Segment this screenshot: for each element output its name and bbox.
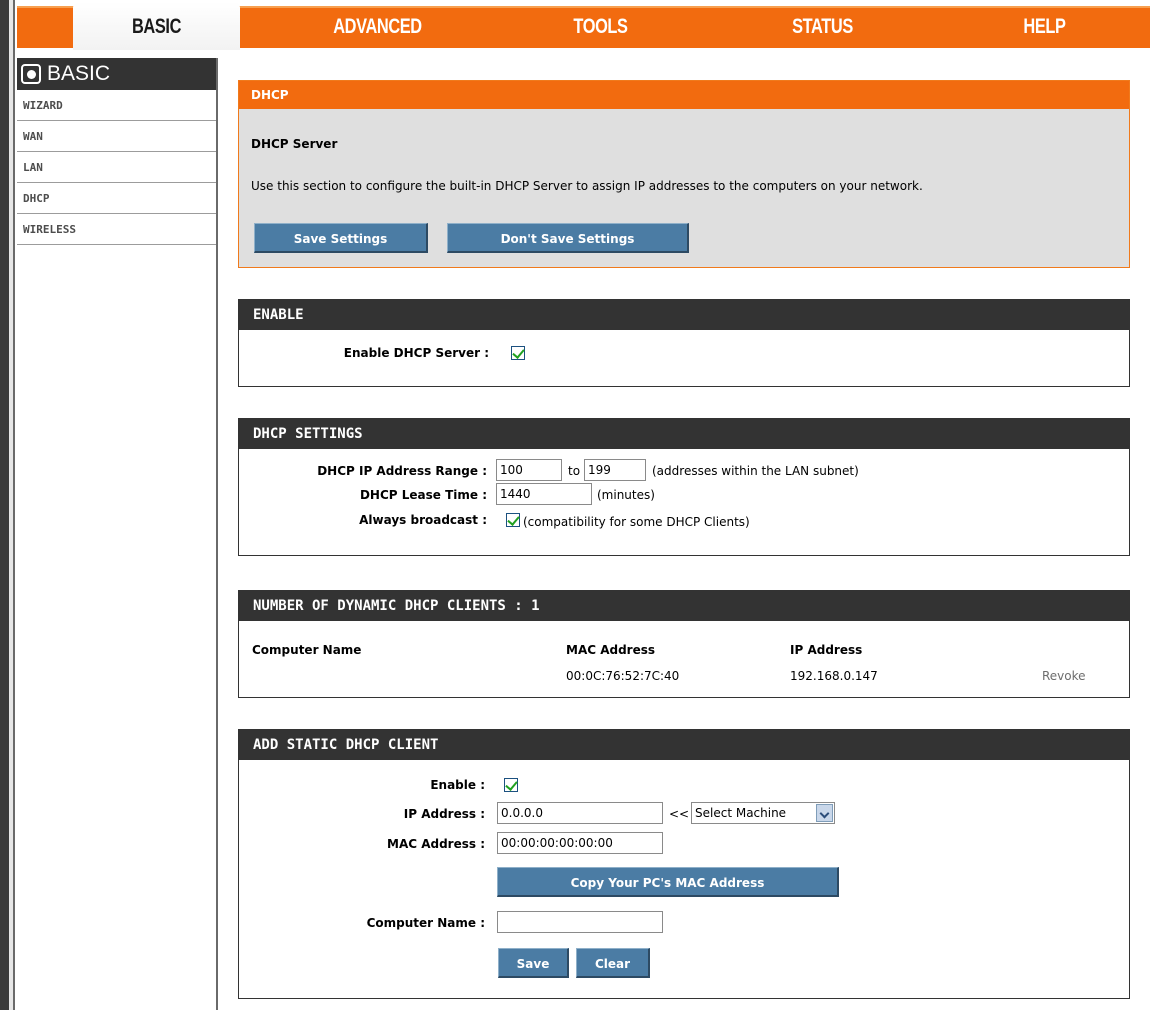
select-machine-dropdown[interactable]: Select Machine xyxy=(691,802,835,824)
static-save-button[interactable]: Save xyxy=(498,948,569,978)
always-broadcast-note: (compatibility for some DHCP Clients) xyxy=(523,515,750,529)
tab-status[interactable]: STATUS xyxy=(734,6,911,48)
frame-border-left xyxy=(0,0,9,1010)
col-ip-address: IP Address xyxy=(790,643,863,657)
static-computer-name-input[interactable] xyxy=(497,911,663,933)
always-broadcast-label: Always broadcast : xyxy=(359,513,487,527)
basic-icon xyxy=(21,64,41,84)
top-navigation: BASIC ADVANCED TOOLS STATUS HELP xyxy=(17,0,1150,52)
ip-range-label: DHCP IP Address Range : xyxy=(317,464,487,478)
static-mac-input[interactable]: 00:00:00:00:00:00 xyxy=(497,832,663,854)
dynamic-clients-section: NUMBER OF DYNAMIC DHCP CLIENTS : 1 Compu… xyxy=(238,590,1130,698)
sidebar-item-wan[interactable]: WAN xyxy=(17,121,216,152)
sidebar-title: BASIC xyxy=(47,62,111,85)
static-enable-label: Enable : xyxy=(430,778,485,792)
dhcp-settings-title: DHCP SETTINGS xyxy=(239,419,1129,449)
client-mac-address: 00:0C:76:52:7C:40 xyxy=(566,669,680,683)
dhcp-server-subtitle: DHCP Server xyxy=(251,137,338,151)
sidebar-item-wizard[interactable]: WIZARD xyxy=(17,90,216,121)
dhcp-panel-title: DHCP xyxy=(239,81,1129,109)
static-ip-label: IP Address : xyxy=(403,807,485,821)
copy-mac-address-button[interactable]: Copy Your PC's MAC Address xyxy=(497,867,839,897)
select-machine-value: Select Machine xyxy=(695,806,787,820)
dhcp-settings-section: DHCP SETTINGS DHCP IP Address Range : 10… xyxy=(238,418,1130,556)
dhcp-intro-panel: DHCP DHCP Server Use this section to con… xyxy=(238,80,1130,268)
dont-save-settings-button[interactable]: Don't Save Settings xyxy=(447,223,689,253)
sidebar-item-dhcp[interactable]: DHCP xyxy=(17,183,216,214)
lease-time-label: DHCP Lease Time : xyxy=(359,488,487,502)
col-mac-address: MAC Address xyxy=(566,643,656,657)
dhcp-description: Use this section to configure the built-… xyxy=(251,179,923,193)
tab-help[interactable]: HELP xyxy=(956,6,1133,48)
static-enable-checkbox[interactable] xyxy=(504,778,518,792)
tab-tools[interactable]: TOOLS xyxy=(512,6,689,48)
revoke-link[interactable]: Revoke xyxy=(1042,669,1086,683)
static-client-section: ADD STATIC DHCP CLIENT Enable : IP Addre… xyxy=(238,729,1130,999)
frame-border-inner xyxy=(9,0,15,1010)
chevron-down-icon[interactable] xyxy=(816,804,833,822)
save-settings-button[interactable]: Save Settings xyxy=(254,223,428,253)
always-broadcast-checkbox[interactable] xyxy=(506,513,520,527)
static-mac-label: MAC Address : xyxy=(387,837,485,851)
dynamic-clients-title: NUMBER OF DYNAMIC DHCP CLIENTS : 1 xyxy=(239,591,1129,621)
sidebar: BASIC WIZARD WAN LAN DHCP WIRELESS xyxy=(17,58,218,1010)
lease-time-input[interactable]: 1440 xyxy=(496,483,592,505)
ip-range-note: (addresses within the LAN subnet) xyxy=(652,464,859,478)
sidebar-item-lan[interactable]: LAN xyxy=(17,152,216,183)
enable-section-title: ENABLE xyxy=(239,300,1129,330)
enable-dhcp-server-checkbox[interactable] xyxy=(511,346,525,360)
static-client-title: ADD STATIC DHCP CLIENT xyxy=(239,730,1129,760)
static-clear-button[interactable]: Clear xyxy=(576,948,650,978)
enable-dhcp-server-label: Enable DHCP Server : xyxy=(343,346,489,360)
enable-section: ENABLE Enable DHCP Server : xyxy=(238,299,1130,387)
client-ip-address: 192.168.0.147 xyxy=(790,669,878,683)
sidebar-item-wireless[interactable]: WIRELESS xyxy=(17,214,216,245)
ip-range-to-text: to xyxy=(568,464,581,478)
ip-range-start-input[interactable]: 100 xyxy=(496,459,562,481)
tab-basic[interactable]: BASIC xyxy=(68,6,245,48)
col-computer-name: Computer Name xyxy=(252,643,362,657)
copy-arrow-text: << xyxy=(669,807,690,821)
static-ip-input[interactable]: 0.0.0.0 xyxy=(497,802,663,824)
static-computer-name-label: Computer Name : xyxy=(366,916,485,930)
ip-range-end-input[interactable]: 199 xyxy=(584,459,646,481)
sidebar-header: BASIC xyxy=(17,58,216,90)
tab-advanced[interactable]: ADVANCED xyxy=(289,6,466,48)
lease-time-unit: (minutes) xyxy=(597,488,655,502)
